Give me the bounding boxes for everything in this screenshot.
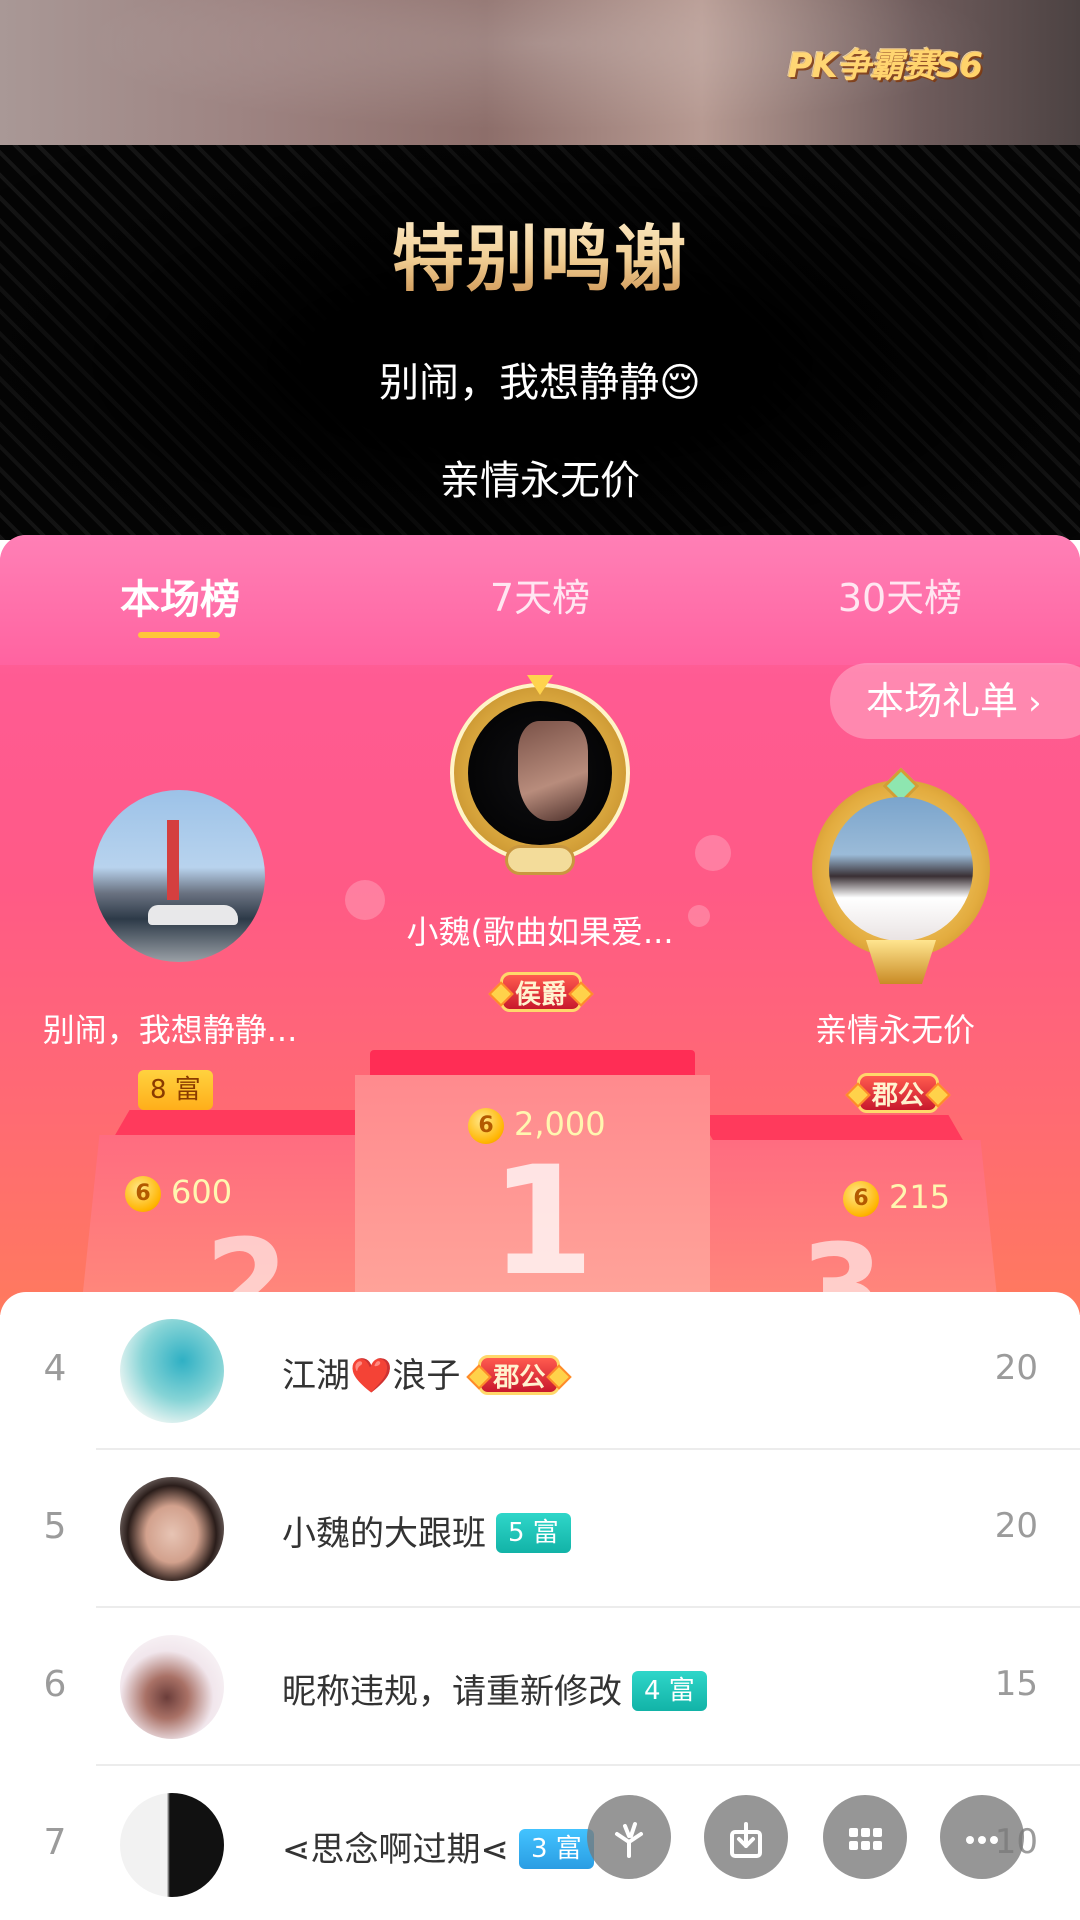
noble-rank-badge: 侯爵 xyxy=(500,972,583,1012)
download-icon xyxy=(730,1821,762,1858)
avatar-tower-graphic xyxy=(167,820,179,900)
rank-number: 5 xyxy=(43,1506,67,1547)
tab-30-days[interactable]: 30天榜 xyxy=(780,567,1020,622)
fortune-level-badge: 5 富 xyxy=(496,1512,571,1553)
second-place-coins: 6 600 xyxy=(125,1173,232,1212)
coin-icon: 6 xyxy=(125,1176,161,1212)
ranking-row[interactable]: 7 ⋖思念啊过期⋖3 富 10 xyxy=(0,1766,1080,1920)
leaderboard-tabs: 本场榜 7天榜 30天榜 xyxy=(0,535,1080,665)
user-name: ⋖思念啊过期⋖ 3 富 xyxy=(282,1822,594,1872)
rank-number: 4 xyxy=(43,1348,67,1389)
save-button[interactable] xyxy=(704,1795,788,1879)
share-button[interactable] xyxy=(587,1795,671,1879)
chevron-right-icon: › xyxy=(1028,683,1042,723)
apps-button[interactable] xyxy=(823,1795,907,1879)
avatar-face-graphic xyxy=(518,721,588,821)
gift-list-button[interactable]: 本场礼单 › xyxy=(830,663,1080,739)
ranking-row[interactable]: 5 小魏的大跟班 5 富 20 xyxy=(0,1450,1080,1608)
user-name: 昵称违规，请重新修改 4 富 xyxy=(282,1664,707,1714)
avatar[interactable] xyxy=(120,1477,224,1581)
avatar-third-place[interactable] xyxy=(829,797,973,941)
rank-number: 7 xyxy=(43,1822,67,1863)
more-button[interactable] xyxy=(940,1795,1024,1879)
noble-rank-badge: 郡公 xyxy=(857,1073,940,1113)
rank-number: 6 xyxy=(43,1664,67,1705)
coin-icon: 6 xyxy=(468,1108,504,1144)
score: 20 xyxy=(994,1506,1038,1546)
avatar[interactable] xyxy=(120,1793,224,1897)
tab-7-days[interactable]: 7天榜 xyxy=(420,567,660,622)
second-place-name[interactable]: 别闹，我想静静... xyxy=(20,1005,320,1051)
user-name-text: 昵称违规，请重新修改 xyxy=(282,1672,622,1712)
more-icon xyxy=(966,1835,998,1844)
fortune-level-badge: 4 富 xyxy=(632,1670,707,1711)
score: 15 xyxy=(994,1664,1038,1704)
grid-icon xyxy=(849,1827,882,1850)
thanks-name-2: 亲情永无价 xyxy=(440,458,640,504)
podium-number-1: 1 xyxy=(490,1135,595,1309)
user-name-text: 小魏的大跟班 xyxy=(282,1514,486,1554)
avatar[interactable] xyxy=(120,1319,224,1423)
user-name: 小魏的大跟班 5 富 xyxy=(282,1506,571,1556)
coin-amount: 215 xyxy=(889,1178,951,1216)
ranking-row[interactable]: 6 昵称违规，请重新修改 4 富 15 xyxy=(0,1608,1080,1766)
decor-bubble xyxy=(345,880,385,920)
ranking-list: 4 江湖❤️浪子 郡公 20 5 小魏的大跟班 5 富 20 6 昵称违规，请重新修… xyxy=(0,1292,1080,1920)
coin-amount: 2,000 xyxy=(514,1105,606,1143)
coin-amount: 600 xyxy=(171,1173,233,1211)
third-place-coins: 6 215 xyxy=(843,1178,950,1217)
coin-icon: 6 xyxy=(843,1181,879,1217)
share-icon xyxy=(615,1821,643,1858)
avatar[interactable] xyxy=(120,1635,224,1739)
decor-bubble xyxy=(695,835,731,871)
user-name-text: 江湖❤️浪子 xyxy=(282,1356,461,1396)
third-place-name[interactable]: 亲情永无价 xyxy=(770,1005,1020,1051)
special-thanks-panel: 特别鸣谢 别闹，我想静静😌 亲情永无价 xyxy=(0,145,1080,540)
ranking-row[interactable]: 4 江湖❤️浪子 郡公 20 xyxy=(0,1292,1080,1450)
live-video-preview[interactable]: PK争霸赛S6 xyxy=(0,0,1080,145)
frame-ornament xyxy=(505,845,575,875)
noble-rank-badge: 郡公 xyxy=(478,1354,561,1395)
fortune-level-badge: 8 富 xyxy=(138,1070,213,1110)
avatar-first-place[interactable] xyxy=(468,701,612,845)
avatar-car-graphic xyxy=(148,905,238,925)
user-name: 江湖❤️浪子 郡公 xyxy=(282,1348,561,1398)
user-name-text: ⋖思念啊过期⋖ xyxy=(282,1830,509,1870)
frame-crest-icon xyxy=(866,940,936,984)
active-tab-indicator xyxy=(138,632,220,638)
special-thanks-title: 特别鸣谢 xyxy=(0,200,1080,305)
tab-this-session[interactable]: 本场榜 xyxy=(60,567,300,625)
first-place-coins: 6 2,000 xyxy=(468,1105,606,1144)
fortune-level-badge: 3 富 xyxy=(518,1828,594,1869)
contribution-leaderboard: 本场榜 7天榜 30天榜 本场礼单 › 1 2 3 别闹，我想静静... 8 富 … xyxy=(0,535,1080,1315)
avatar-second-place[interactable] xyxy=(93,790,265,962)
first-place-name[interactable]: 小魏(歌曲如果爱... xyxy=(380,907,700,953)
gift-list-label: 本场礼单 xyxy=(866,679,1019,723)
score: 20 xyxy=(994,1348,1038,1388)
event-logo: PK争霸赛S6 xyxy=(787,46,983,86)
thanks-name-1: 别闹，我想静静😌 xyxy=(379,360,701,406)
